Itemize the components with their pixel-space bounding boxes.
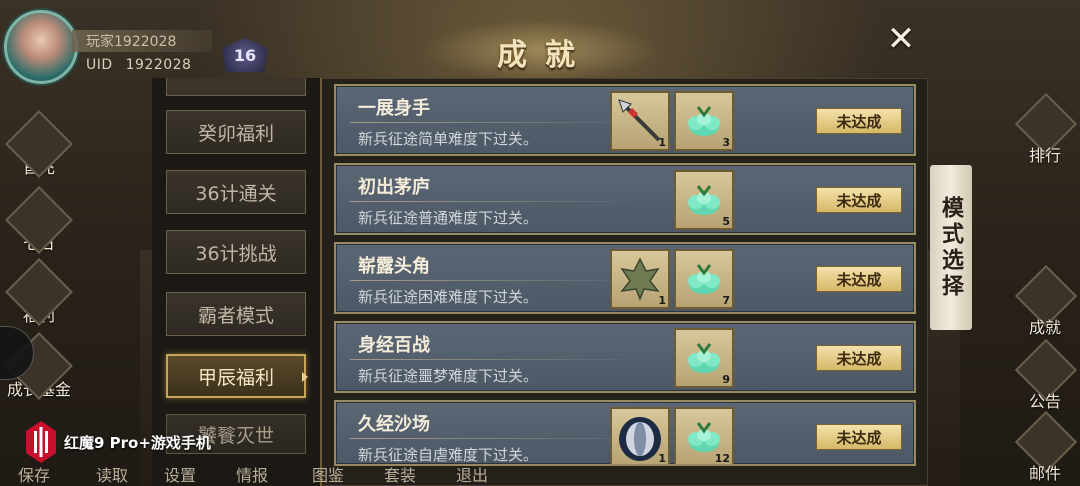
player-name: 玩家1922028 xyxy=(86,34,177,50)
achievement-row: 崭露头角新兵征途困难难度下过关。 1 7 未达成 xyxy=(334,242,916,314)
achievement-name: 初出茅庐 xyxy=(358,177,430,198)
reward-item[interactable]: 9 xyxy=(674,328,734,388)
reward-item[interactable]: 1 xyxy=(610,407,670,465)
status-button[interactable]: 未达成 xyxy=(816,345,902,371)
active-tab-arrow-icon xyxy=(302,372,308,382)
achievement-desc: 新兵征途困难难度下过关。 xyxy=(358,288,539,306)
reward-item[interactable]: 12 xyxy=(674,407,734,465)
status-button[interactable]: 未达成 xyxy=(816,187,902,213)
category-tab-partial[interactable] xyxy=(166,78,306,96)
achievement-desc: 新兵征途普通难度下过关。 xyxy=(358,209,539,227)
reward-item[interactable]: 5 xyxy=(674,170,734,230)
reward-item[interactable]: 1 xyxy=(610,249,670,309)
achievement-row: 久经沙场 新兵征途自虐难度下过关。 1 12 未达成 xyxy=(334,400,916,466)
bottom-menu-item[interactable]: 情报 xyxy=(236,462,268,486)
reward-count: 1 xyxy=(658,452,666,465)
right-menu-item[interactable]: 排行 xyxy=(1010,92,1080,168)
right-menu-item[interactable]: 成就 xyxy=(1010,264,1080,340)
reward-count: 3 xyxy=(722,136,730,149)
bottom-menu-item[interactable]: 套装 xyxy=(384,462,416,486)
achievement-desc: 新兵征途简单难度下过关。 xyxy=(358,130,539,148)
achievement-desc: 新兵征途噩梦难度下过关。 xyxy=(358,367,539,385)
reward-count: 9 xyxy=(722,373,730,386)
reward-item[interactable]: 3 xyxy=(674,91,734,151)
row-divider xyxy=(350,280,650,281)
bottom-menu-item[interactable]: 退出 xyxy=(456,462,488,486)
achievement-row: 一展身手新兵征途简单难度下过关。 1 3 未达成 xyxy=(334,84,916,156)
achievement-row: 身经百战新兵征途噩梦难度下过关。 9 未达成 xyxy=(334,321,916,393)
mode-select-scroll[interactable]: 模式选择 xyxy=(930,165,972,330)
menu-icon xyxy=(5,110,73,178)
device-watermark: 红魔9 Pro+游戏手机 xyxy=(26,420,211,464)
bottom-menu-item[interactable]: 图鉴 xyxy=(312,462,344,486)
player-uid: UID 1922028 xyxy=(86,57,191,73)
achievement-name: 崭露头角 xyxy=(358,256,430,277)
window-title: 成就 xyxy=(497,38,593,73)
tab-5[interactable]: 甲辰福利 xyxy=(166,354,306,398)
bottom-menu-item[interactable]: 保存 xyxy=(18,462,50,486)
row-divider xyxy=(350,359,650,360)
row-divider xyxy=(350,122,650,123)
uid-value: 1922028 xyxy=(125,57,192,73)
left-menu-item[interactable]: 七日 xyxy=(4,184,74,254)
reward-count: 5 xyxy=(722,215,730,228)
achievement-name: 一展身手 xyxy=(358,98,430,119)
status-button[interactable]: 未达成 xyxy=(816,424,902,450)
close-icon[interactable]: ✕ xyxy=(884,22,918,56)
row-divider xyxy=(350,438,650,439)
right-menu-label: 成就 xyxy=(1028,318,1061,337)
status-button[interactable]: 未达成 xyxy=(816,108,902,134)
achievement-row: 初出茅庐新兵征途普通难度下过关。 5 未达成 xyxy=(334,163,916,235)
reward-item[interactable]: 1 xyxy=(610,91,670,151)
menu-icon xyxy=(5,186,73,254)
row-divider xyxy=(350,201,650,202)
tab-1[interactable]: 癸卯福利 xyxy=(166,110,306,154)
left-menu-item[interactable]: 福利 xyxy=(4,256,74,326)
player-avatar[interactable] xyxy=(4,10,78,84)
right-menu-item[interactable]: 公告 xyxy=(1010,338,1080,414)
reward-count: 12 xyxy=(714,452,730,465)
red-magic-logo-icon xyxy=(26,421,56,463)
right-menu-item[interactable]: 邮件 xyxy=(1010,410,1080,486)
bottom-menu-item[interactable]: 设置 xyxy=(164,462,196,486)
menu-icon xyxy=(5,258,73,326)
reward-item[interactable]: 7 xyxy=(674,249,734,309)
reward-count: 1 xyxy=(658,294,666,307)
right-menu-label: 排行 xyxy=(1028,146,1061,165)
right-menu-label: 邮件 xyxy=(1028,464,1061,483)
watermark-text: 红魔9 Pro+游戏手机 xyxy=(64,433,211,452)
status-button[interactable]: 未达成 xyxy=(816,266,902,292)
tab-2[interactable]: 36计通关 xyxy=(166,170,306,214)
reward-count: 7 xyxy=(722,294,730,307)
left-menu-item[interactable]: 首充 xyxy=(4,108,74,178)
achievement-name: 久经沙场 xyxy=(358,414,430,435)
uid-label: UID xyxy=(86,57,113,73)
bottom-menu-item[interactable]: 读取 xyxy=(96,462,128,486)
right-menu-label: 公告 xyxy=(1028,392,1061,411)
reward-count: 1 xyxy=(658,136,666,149)
tab-3[interactable]: 36计挑战 xyxy=(166,230,306,274)
achievement-name: 身经百战 xyxy=(358,335,430,356)
tab-4[interactable]: 霸者模式 xyxy=(166,292,306,336)
